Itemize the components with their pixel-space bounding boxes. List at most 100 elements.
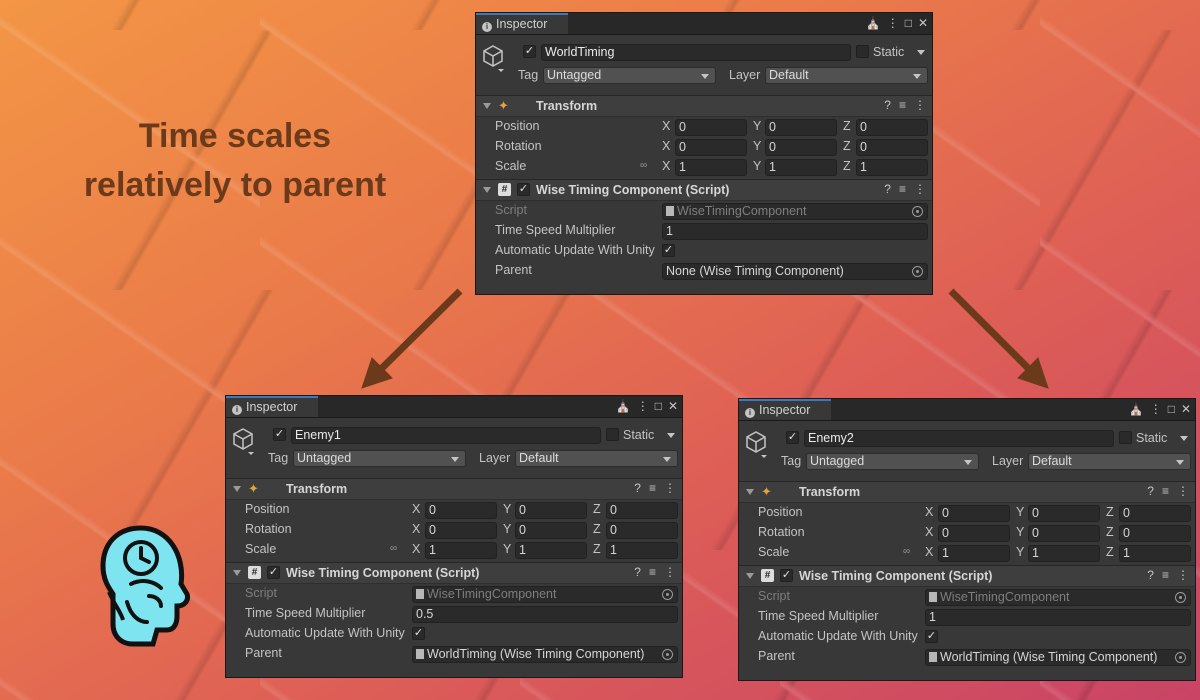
- parent-field[interactable]: WorldTiming (Wise Timing Component): [925, 649, 1191, 666]
- preset-icon[interactable]: ≡: [649, 481, 656, 495]
- scale-y-field[interactable]: 1: [1028, 545, 1100, 562]
- component-enabled-checkbox[interactable]: ✓: [517, 183, 530, 196]
- gameobject-cube-icon[interactable]: [232, 426, 258, 456]
- preset-icon[interactable]: ≡: [899, 98, 906, 112]
- scale-x-field[interactable]: 1: [425, 542, 497, 559]
- active-checkbox[interactable]: ✓: [786, 431, 799, 444]
- foldout-icon[interactable]: [746, 573, 754, 579]
- foldout-icon[interactable]: [233, 486, 241, 492]
- lock-icon[interactable]: ⛪: [866, 15, 881, 31]
- position-z-field[interactable]: 0: [1119, 505, 1191, 522]
- preset-icon[interactable]: ≡: [1162, 484, 1169, 498]
- more-icon[interactable]: ⋮: [914, 98, 926, 112]
- more-icon[interactable]: ⋮: [914, 182, 926, 196]
- maximize-icon[interactable]: □: [1168, 401, 1175, 417]
- help-icon[interactable]: ?: [634, 565, 641, 579]
- close-icon[interactable]: ✕: [668, 398, 678, 414]
- scale-z-field[interactable]: 1: [606, 542, 678, 559]
- component-enabled-checkbox[interactable]: ✓: [267, 566, 280, 579]
- foldout-icon[interactable]: [746, 489, 754, 495]
- scale-x-field[interactable]: 1: [675, 159, 747, 176]
- parent-field[interactable]: WorldTiming (Wise Timing Component): [412, 646, 678, 663]
- preset-icon[interactable]: ≡: [649, 565, 656, 579]
- tag-dropdown[interactable]: Untagged: [293, 450, 466, 467]
- speed-field[interactable]: 1: [662, 223, 928, 240]
- component-header[interactable]: # ✓ Wise Timing Component (Script) ? ≡ ⋮: [739, 565, 1195, 587]
- scale-z-field[interactable]: 1: [856, 159, 928, 176]
- help-icon[interactable]: ?: [884, 182, 891, 196]
- speed-field[interactable]: 0.5: [412, 606, 678, 623]
- layer-dropdown[interactable]: Default: [765, 67, 928, 84]
- constrain-proportions-icon[interactable]: ∞: [903, 546, 910, 557]
- help-icon[interactable]: ?: [1147, 568, 1154, 582]
- position-y-field[interactable]: 0: [765, 119, 837, 136]
- object-name-field[interactable]: Enemy2: [804, 430, 1114, 447]
- parent-field[interactable]: None (Wise Timing Component): [662, 263, 928, 280]
- transform-header[interactable]: ✦ Transform ? ≡ ⋮: [226, 478, 682, 500]
- layer-dropdown[interactable]: Default: [515, 450, 678, 467]
- object-picker-icon[interactable]: [662, 649, 673, 660]
- foldout-icon[interactable]: [233, 570, 241, 576]
- rotation-z-field[interactable]: 0: [856, 139, 928, 156]
- maximize-icon[interactable]: □: [655, 398, 662, 414]
- tab-inspector[interactable]: i Inspector: [739, 399, 831, 420]
- scale-z-field[interactable]: 1: [1119, 545, 1191, 562]
- more-icon[interactable]: ⋮: [1177, 484, 1189, 498]
- tab-inspector[interactable]: i Inspector: [476, 13, 568, 34]
- maximize-icon[interactable]: □: [905, 15, 912, 31]
- more-icon[interactable]: ⋮: [1177, 568, 1189, 582]
- tab-inspector[interactable]: i Inspector: [226, 396, 318, 417]
- position-z-field[interactable]: 0: [856, 119, 928, 136]
- scale-x-field[interactable]: 1: [938, 545, 1010, 562]
- object-picker-icon[interactable]: [912, 266, 923, 277]
- rotation-x-field[interactable]: 0: [675, 139, 747, 156]
- rotation-z-field[interactable]: 0: [606, 522, 678, 539]
- more-icon[interactable]: ⋮: [887, 15, 899, 31]
- position-x-field[interactable]: 0: [675, 119, 747, 136]
- rotation-y-field[interactable]: 0: [1028, 525, 1100, 542]
- help-icon[interactable]: ?: [1147, 484, 1154, 498]
- object-picker-icon[interactable]: [1175, 652, 1186, 663]
- gameobject-cube-icon[interactable]: [745, 429, 771, 459]
- position-x-field[interactable]: 0: [425, 502, 497, 519]
- gameobject-cube-icon[interactable]: [482, 43, 508, 73]
- help-icon[interactable]: ?: [884, 98, 891, 112]
- position-x-field[interactable]: 0: [938, 505, 1010, 522]
- tag-dropdown[interactable]: Untagged: [543, 67, 716, 84]
- foldout-icon[interactable]: [483, 103, 491, 109]
- static-dropdown-icon[interactable]: [667, 433, 675, 438]
- rotation-y-field[interactable]: 0: [515, 522, 587, 539]
- transform-header[interactable]: ✦ Transform ? ≡ ⋮: [739, 481, 1195, 503]
- rotation-x-field[interactable]: 0: [938, 525, 1010, 542]
- static-checkbox[interactable]: [1119, 431, 1132, 444]
- position-y-field[interactable]: 0: [515, 502, 587, 519]
- foldout-icon[interactable]: [483, 187, 491, 193]
- scale-y-field[interactable]: 1: [515, 542, 587, 559]
- help-icon[interactable]: ?: [634, 481, 641, 495]
- more-icon[interactable]: ⋮: [664, 481, 676, 495]
- layer-dropdown[interactable]: Default: [1028, 453, 1191, 470]
- auto-update-checkbox[interactable]: ✓: [412, 627, 425, 640]
- component-header[interactable]: # ✓ Wise Timing Component (Script) ? ≡ ⋮: [226, 562, 682, 584]
- constrain-proportions-icon[interactable]: ∞: [390, 543, 397, 554]
- active-checkbox[interactable]: ✓: [523, 45, 536, 58]
- static-dropdown-icon[interactable]: [1180, 436, 1188, 441]
- position-z-field[interactable]: 0: [606, 502, 678, 519]
- object-name-field[interactable]: Enemy1: [291, 427, 601, 444]
- transform-header[interactable]: ✦ Transform ? ≡ ⋮: [476, 95, 932, 117]
- preset-icon[interactable]: ≡: [899, 182, 906, 196]
- position-y-field[interactable]: 0: [1028, 505, 1100, 522]
- static-checkbox[interactable]: [606, 428, 619, 441]
- preset-icon[interactable]: ≡: [1162, 568, 1169, 582]
- constrain-proportions-icon[interactable]: ∞: [640, 160, 647, 171]
- lock-icon[interactable]: ⛪: [616, 398, 631, 414]
- static-dropdown-icon[interactable]: [917, 50, 925, 55]
- lock-icon[interactable]: ⛪: [1129, 401, 1144, 417]
- rotation-z-field[interactable]: 0: [1119, 525, 1191, 542]
- rotation-x-field[interactable]: 0: [425, 522, 497, 539]
- close-icon[interactable]: ✕: [918, 15, 928, 31]
- component-enabled-checkbox[interactable]: ✓: [780, 569, 793, 582]
- close-icon[interactable]: ✕: [1181, 401, 1191, 417]
- more-icon[interactable]: ⋮: [664, 565, 676, 579]
- auto-update-checkbox[interactable]: ✓: [925, 630, 938, 643]
